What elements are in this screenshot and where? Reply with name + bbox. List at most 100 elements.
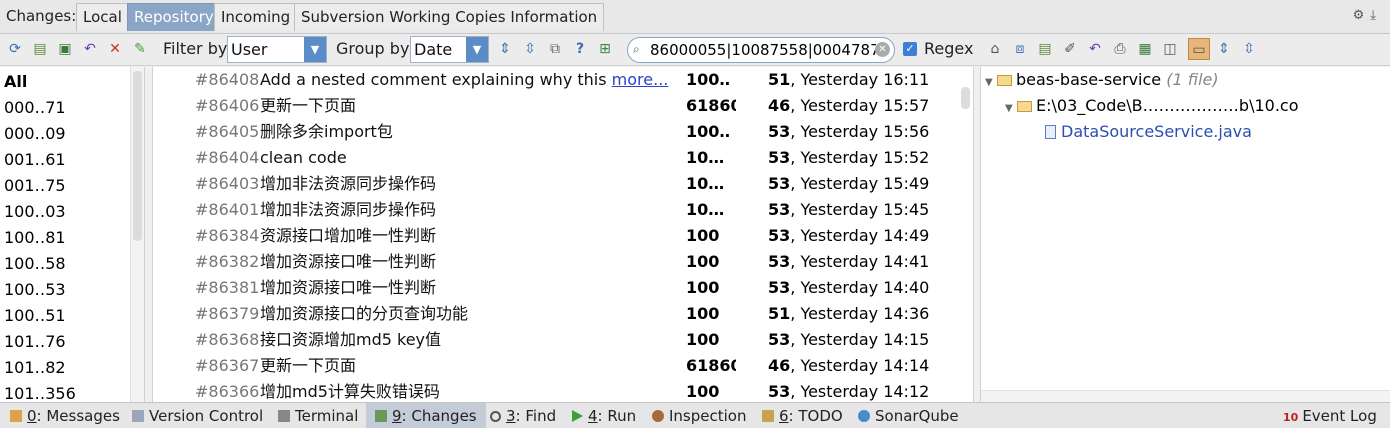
copy-icon[interactable]: ⧉ bbox=[546, 40, 564, 58]
revert-icon[interactable]: ↶ bbox=[81, 40, 99, 58]
annotate-icon[interactable]: ✐ bbox=[1061, 40, 1079, 58]
window-options[interactable]: ⚙⤓ bbox=[1353, 8, 1382, 23]
commit-row[interactable]: #86408 Add a nested comment explaining wh… bbox=[153, 67, 959, 93]
commit-date: 53, Yesterday 15:49 bbox=[768, 171, 929, 197]
run-icon bbox=[572, 410, 583, 422]
gear-icon[interactable]: ⚙ bbox=[1353, 8, 1371, 23]
messages-tool-button[interactable]: 0: Messages bbox=[10, 403, 120, 428]
commit-message: 增加资源接口的分页查询功能 bbox=[260, 304, 469, 323]
commit-row[interactable]: #86403 增加非法资源同步操作码 10․․․ 53, Yesterday 15:4… bbox=[153, 171, 959, 197]
user-item[interactable]: 100․․53 bbox=[4, 277, 66, 303]
inspection-tool-button[interactable]: Inspection bbox=[652, 403, 746, 428]
commit-row[interactable]: #86366 增加md5计算失败错误码 100 53, Yesterday 14:12 bbox=[153, 379, 959, 402]
edit-source-icon[interactable]: ▤ bbox=[1036, 40, 1054, 58]
commit-row[interactable]: #86379 增加资源接口的分页查询功能 100 51, Yesterday 14:3… bbox=[153, 301, 959, 327]
group-select[interactable]: Date ▼ bbox=[410, 36, 489, 63]
expand-triangle-icon[interactable]: ▼ bbox=[1005, 96, 1017, 122]
help-icon[interactable]: ? bbox=[571, 40, 589, 58]
commit-revision: #86382 bbox=[195, 252, 260, 271]
user-item[interactable]: 001․․75 bbox=[4, 173, 66, 199]
tab-incoming[interactable]: Incoming bbox=[214, 3, 298, 31]
expand-tree-icon[interactable]: ⇕ bbox=[1215, 40, 1233, 58]
hide-panel-icon[interactable]: ⤓ bbox=[1370, 8, 1382, 23]
regex-checkbox[interactable]: ✓ bbox=[903, 42, 917, 56]
commit-row[interactable]: #86405 删除多余import包 100․․ 53, Yesterday 15:5… bbox=[153, 119, 959, 145]
edit-icon[interactable]: ✎ bbox=[131, 40, 149, 58]
user-item[interactable]: 100․․51 bbox=[4, 303, 66, 329]
export-icon[interactable]: ▦ bbox=[1136, 40, 1154, 58]
add-icon[interactable]: ⊞ bbox=[596, 40, 614, 58]
tab-local[interactable]: Local bbox=[76, 3, 129, 31]
file-node[interactable]: DataSourceService.java bbox=[1045, 119, 1252, 145]
commit-row[interactable]: #86384 资源接口增加唯一性判断 100 53, Yesterday 14:49 bbox=[153, 223, 959, 249]
commit-author-suffix: 53 bbox=[768, 226, 791, 245]
module-node[interactable]: ▼ beas-base-service (1 file) bbox=[985, 67, 1219, 93]
user-item[interactable]: 101․․76 bbox=[4, 329, 66, 355]
delete-icon[interactable]: ✕ bbox=[106, 40, 124, 58]
search-icon[interactable]: ⌕ bbox=[633, 42, 640, 57]
expand-triangle-icon[interactable]: ▼ bbox=[985, 70, 997, 96]
filter-select[interactable]: User ▼ bbox=[227, 36, 327, 63]
user-item[interactable]: 000․․71 bbox=[4, 95, 66, 121]
search-input[interactable]: 86000055|10087558|00047871 bbox=[650, 40, 876, 60]
run-tool-button[interactable]: 4: Run bbox=[572, 403, 636, 428]
terminal-tool-button[interactable]: Terminal bbox=[278, 403, 358, 428]
user-item[interactable]: 000․․09 bbox=[4, 121, 66, 147]
commit-list: #86408 Add a nested comment explaining wh… bbox=[152, 67, 974, 402]
user-all-item[interactable]: All bbox=[4, 69, 27, 95]
todo-tool-button[interactable]: 6: TODO bbox=[762, 403, 843, 428]
commit-timestamp: , Yesterday 15:57 bbox=[790, 96, 930, 115]
filter-value: User bbox=[231, 40, 268, 59]
tab-repository[interactable]: Repository bbox=[127, 3, 221, 31]
event-log-tool-button[interactable]: 10 Event Log bbox=[1283, 403, 1377, 428]
revert-changes-icon[interactable]: ↶ bbox=[1086, 40, 1104, 58]
scroll-thumb[interactable] bbox=[133, 71, 142, 241]
search-field[interactable]: ⌕ 86000055|10087558|00047871 ✕ bbox=[627, 37, 895, 63]
browse-icon[interactable]: ◫ bbox=[1161, 40, 1179, 58]
commit-date: 53, Yesterday 15:52 bbox=[768, 145, 929, 171]
user-item[interactable]: 100․․81 bbox=[4, 225, 66, 251]
user-item[interactable]: 001․․61 bbox=[4, 147, 66, 173]
commit-timestamp: , Yesterday 15:52 bbox=[790, 148, 930, 167]
print-icon[interactable]: ⎙ bbox=[1111, 40, 1129, 58]
user-item[interactable]: 101․․356 bbox=[4, 381, 76, 402]
clear-search-icon[interactable]: ✕ bbox=[875, 42, 890, 57]
user-item[interactable]: 100․․58 bbox=[4, 251, 66, 277]
sonarqube-tool-button[interactable]: SonarQube bbox=[858, 403, 959, 428]
collapse-all-icon[interactable]: ⇳ bbox=[521, 40, 539, 58]
files-horizontal-scrollbar[interactable] bbox=[981, 390, 1390, 402]
edit-revision-icon[interactable]: ▤ bbox=[31, 40, 49, 58]
changes-tool-button[interactable]: 9: Changes bbox=[366, 403, 486, 428]
version-control-tool-button[interactable]: Version Control bbox=[132, 403, 263, 428]
inspection-icon bbox=[652, 410, 664, 422]
tab-subversion-working-copies[interactable]: Subversion Working Copies Information bbox=[294, 3, 605, 31]
commit-row[interactable]: #86406更新一下页面 61860 46, Yesterday 15:57 bbox=[153, 93, 959, 119]
find-tool-button[interactable]: 3: Find bbox=[490, 403, 556, 428]
commit-row[interactable]: #86401 增加非法资源同步操作码 10․․․ 53, Yesterday 15:4… bbox=[153, 197, 959, 223]
path-node[interactable]: ▼ E:\03_Code\B․․․․․․․․․․․․․․․․․․b\10.co bbox=[1005, 93, 1298, 119]
lock-icon[interactable]: ⌂ bbox=[986, 40, 1004, 58]
expand-all-icon[interactable]: ⇕ bbox=[496, 40, 514, 58]
messages-icon bbox=[10, 410, 22, 422]
commit-date: 46, Yesterday 15:57 bbox=[768, 93, 929, 119]
scroll-thumb[interactable] bbox=[961, 87, 970, 109]
user-item[interactable]: 100․․03 bbox=[4, 199, 66, 225]
details-toggle-icon[interactable]: ▭ bbox=[1188, 38, 1210, 60]
user-item[interactable]: 101․․82 bbox=[4, 355, 66, 381]
commit-row[interactable]: #86368 接口资源增加md5 key值 100 53, Yesterday 14:… bbox=[153, 327, 959, 353]
commit-row[interactable]: #86404 clean code 10․․․ 53, Yesterday 15:52 bbox=[153, 145, 959, 171]
commit-timestamp: , Yesterday 14:12 bbox=[790, 382, 930, 401]
commit-row[interactable]: #86382 增加资源接口唯一性判断 100 53, Yesterday 14:41 bbox=[153, 249, 959, 275]
more-link[interactable]: more... bbox=[612, 70, 669, 89]
commit-row[interactable]: #86367更新一下页面 61860 46, Yesterday 14:14 bbox=[153, 353, 959, 379]
collapse-tree-icon[interactable]: ⇳ bbox=[1240, 40, 1258, 58]
sonarqube-icon bbox=[858, 410, 870, 422]
group-label: Group by bbox=[336, 39, 410, 58]
refresh-icon[interactable]: ⟳ bbox=[6, 40, 24, 58]
copy-revision-icon[interactable]: ▣ bbox=[56, 40, 74, 58]
commit-row[interactable]: #86381 增加资源接口唯一性判断 100 53, Yesterday 14:40 bbox=[153, 275, 959, 301]
regex-label: Regex bbox=[924, 39, 974, 58]
commit-list-scrollbar[interactable] bbox=[959, 67, 973, 402]
user-list-scrollbar[interactable] bbox=[130, 67, 144, 402]
show-diff-icon[interactable]: ⧈ bbox=[1011, 40, 1029, 58]
